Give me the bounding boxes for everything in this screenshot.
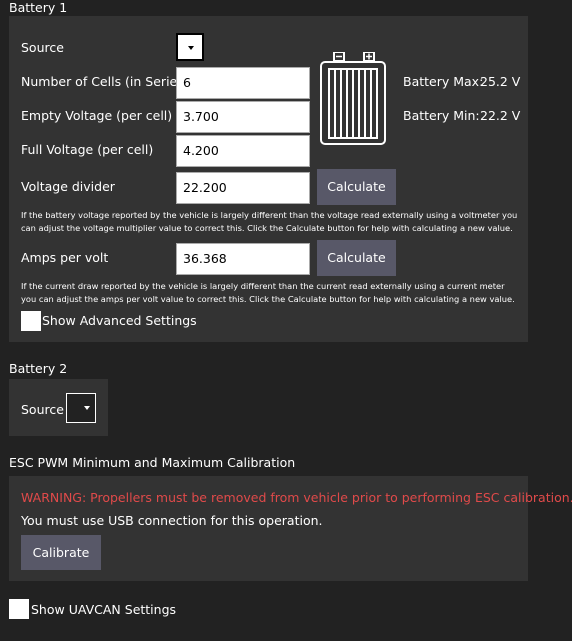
show-uavcan-checkbox[interactable] xyxy=(9,599,29,619)
empty-voltage-input[interactable]: 3.700 xyxy=(176,101,310,133)
battery-icon xyxy=(320,52,386,145)
battery-max-value: 25.2 V xyxy=(480,74,521,89)
amps-per-volt-calculate-button[interactable]: Calculate xyxy=(317,240,396,276)
full-voltage-input[interactable]: 4.200 xyxy=(176,135,310,167)
voltage-divider-calculate-button[interactable]: Calculate xyxy=(317,169,396,205)
battery1-panel: Source Number of Cells (in Series) 6 Emp… xyxy=(9,16,528,342)
amps-per-volt-help-line2: you can adjust the amps per volt value t… xyxy=(21,294,515,304)
battery-min-value: 22.2 V xyxy=(480,108,521,123)
battery1-source-label: Source xyxy=(21,40,64,55)
esc-panel: WARNING: Propellers must be removed from… xyxy=(9,476,572,581)
voltage-divider-label: Voltage divider xyxy=(21,179,115,194)
battery-min-label: Battery Min: xyxy=(403,108,480,123)
chevron-down-icon xyxy=(188,46,194,50)
battery2-title: Battery 2 xyxy=(9,361,68,376)
show-uavcan-label[interactable]: Show UAVCAN Settings xyxy=(31,602,176,617)
full-voltage-label: Full Voltage (per cell) xyxy=(21,142,154,157)
chevron-down-icon xyxy=(84,406,90,410)
battery2-source-label: Source xyxy=(21,402,64,417)
voltage-divider-help-line2: can adjust the voltage multiplier value … xyxy=(21,223,513,233)
calibrate-button[interactable]: Calibrate xyxy=(21,535,101,570)
empty-voltage-label: Empty Voltage (per cell) xyxy=(21,108,173,123)
battery2-panel: Source xyxy=(9,379,108,436)
cells-label: Number of Cells (in Series) xyxy=(21,74,189,89)
amps-per-volt-help-line1: If the current draw reported by the vehi… xyxy=(21,281,505,291)
esc-usb-note: You must use USB connection for this ope… xyxy=(21,513,323,528)
battery-max-label: Battery Max: xyxy=(403,74,484,89)
cells-input[interactable]: 6 xyxy=(176,67,310,99)
battery2-source-dropdown[interactable] xyxy=(66,393,96,423)
amps-per-volt-input[interactable]: 36.368 xyxy=(176,243,310,275)
esc-title: ESC PWM Minimum and Maximum Calibration xyxy=(9,455,296,470)
battery1-source-dropdown[interactable] xyxy=(176,33,204,61)
amps-per-volt-label: Amps per volt xyxy=(21,250,109,265)
show-advanced-label[interactable]: Show Advanced Settings xyxy=(42,313,197,328)
esc-warning: WARNING: Propellers must be removed from… xyxy=(21,490,572,505)
show-advanced-checkbox[interactable] xyxy=(21,311,41,331)
battery1-title: Battery 1 xyxy=(9,0,68,15)
voltage-divider-input[interactable]: 22.200 xyxy=(176,172,310,204)
voltage-divider-help-line1: If the battery voltage reported by the v… xyxy=(21,210,518,220)
